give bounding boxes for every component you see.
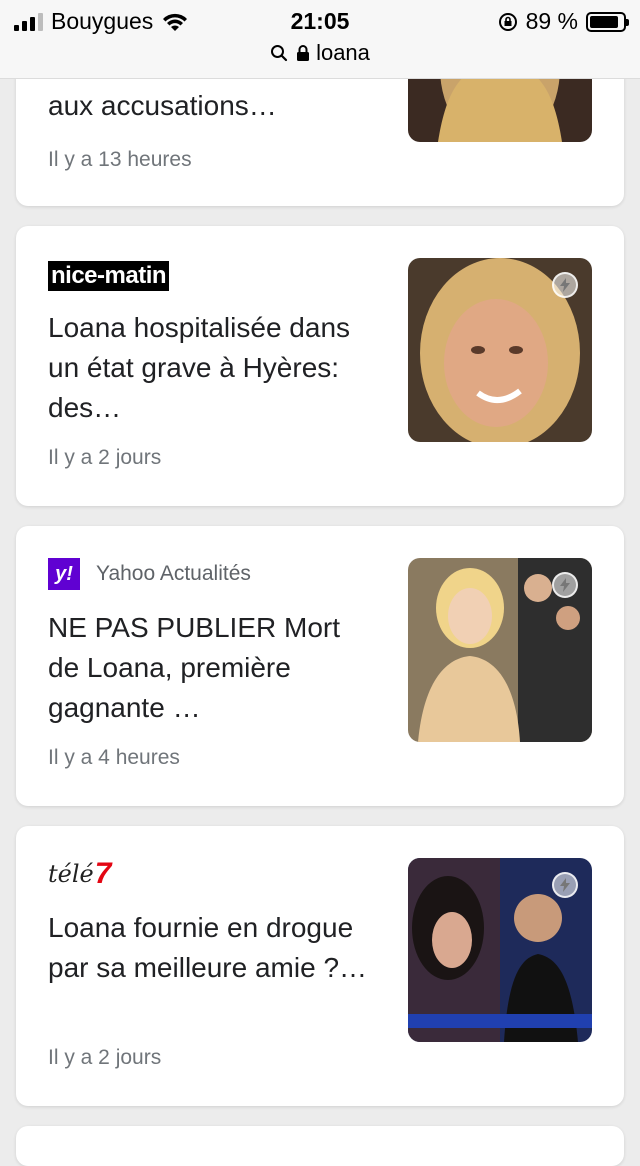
article-time: Il y a 2 jours: [48, 446, 162, 469]
search-icon: [271, 45, 288, 62]
news-card[interactable]: nice-matin Loana hospitalisée dans un ét…: [16, 226, 624, 506]
source-logo-nice-matin: nice-matin: [48, 261, 170, 291]
amp-lightning-icon: [552, 272, 578, 298]
article-time: Il y a 13 heures: [48, 148, 192, 171]
source-name: Yahoo Actualités: [96, 562, 251, 585]
article-thumbnail[interactable]: [408, 558, 592, 742]
battery-level: [590, 15, 619, 28]
source-logo-yahoo: y!: [48, 558, 80, 590]
source-row: y! Yahoo Actualités: [48, 558, 251, 590]
url-query: loana: [316, 40, 370, 65]
article-time: Il y a 4 heures: [48, 746, 180, 769]
news-card[interactable]: [16, 1126, 624, 1166]
amp-lightning-icon: [552, 572, 578, 598]
article-thumbnail[interactable]: [408, 858, 592, 1042]
status-bar: Bouygues 21:05 89 % loana: [0, 0, 640, 79]
url-bar[interactable]: loana: [0, 40, 640, 66]
article-title[interactable]: aux accusations…: [48, 86, 368, 126]
article-title[interactable]: NE PAS PUBLIER Mort de Loana, première g…: [48, 608, 368, 728]
news-card[interactable]: télé 7 Loana fournie en drogue par sa mei…: [16, 826, 624, 1106]
source-logo-tele7: télé: [48, 860, 94, 888]
news-card[interactable]: y! Yahoo Actualités NE PAS PUBLIER Mort …: [16, 526, 624, 806]
article-thumbnail[interactable]: [408, 258, 592, 442]
amp-lightning-icon: [552, 872, 578, 898]
battery-icon: [586, 11, 629, 32]
source-logo-tele7-number: 7: [94, 857, 112, 890]
lock-icon: [297, 45, 310, 61]
source-row: télé 7: [48, 857, 112, 890]
article-title[interactable]: Loana fournie en drogue par sa meilleure…: [48, 908, 368, 988]
rotation-lock-icon: [498, 12, 517, 31]
battery-percent: 89 %: [525, 8, 578, 34]
url-icons: [270, 44, 310, 62]
source-row: nice-matin: [48, 260, 170, 292]
status-right: 89 %: [498, 8, 629, 35]
article-time: Il y a 2 jours: [48, 1046, 162, 1069]
article-title[interactable]: Loana hospitalisée dans un état grave à …: [48, 308, 368, 428]
